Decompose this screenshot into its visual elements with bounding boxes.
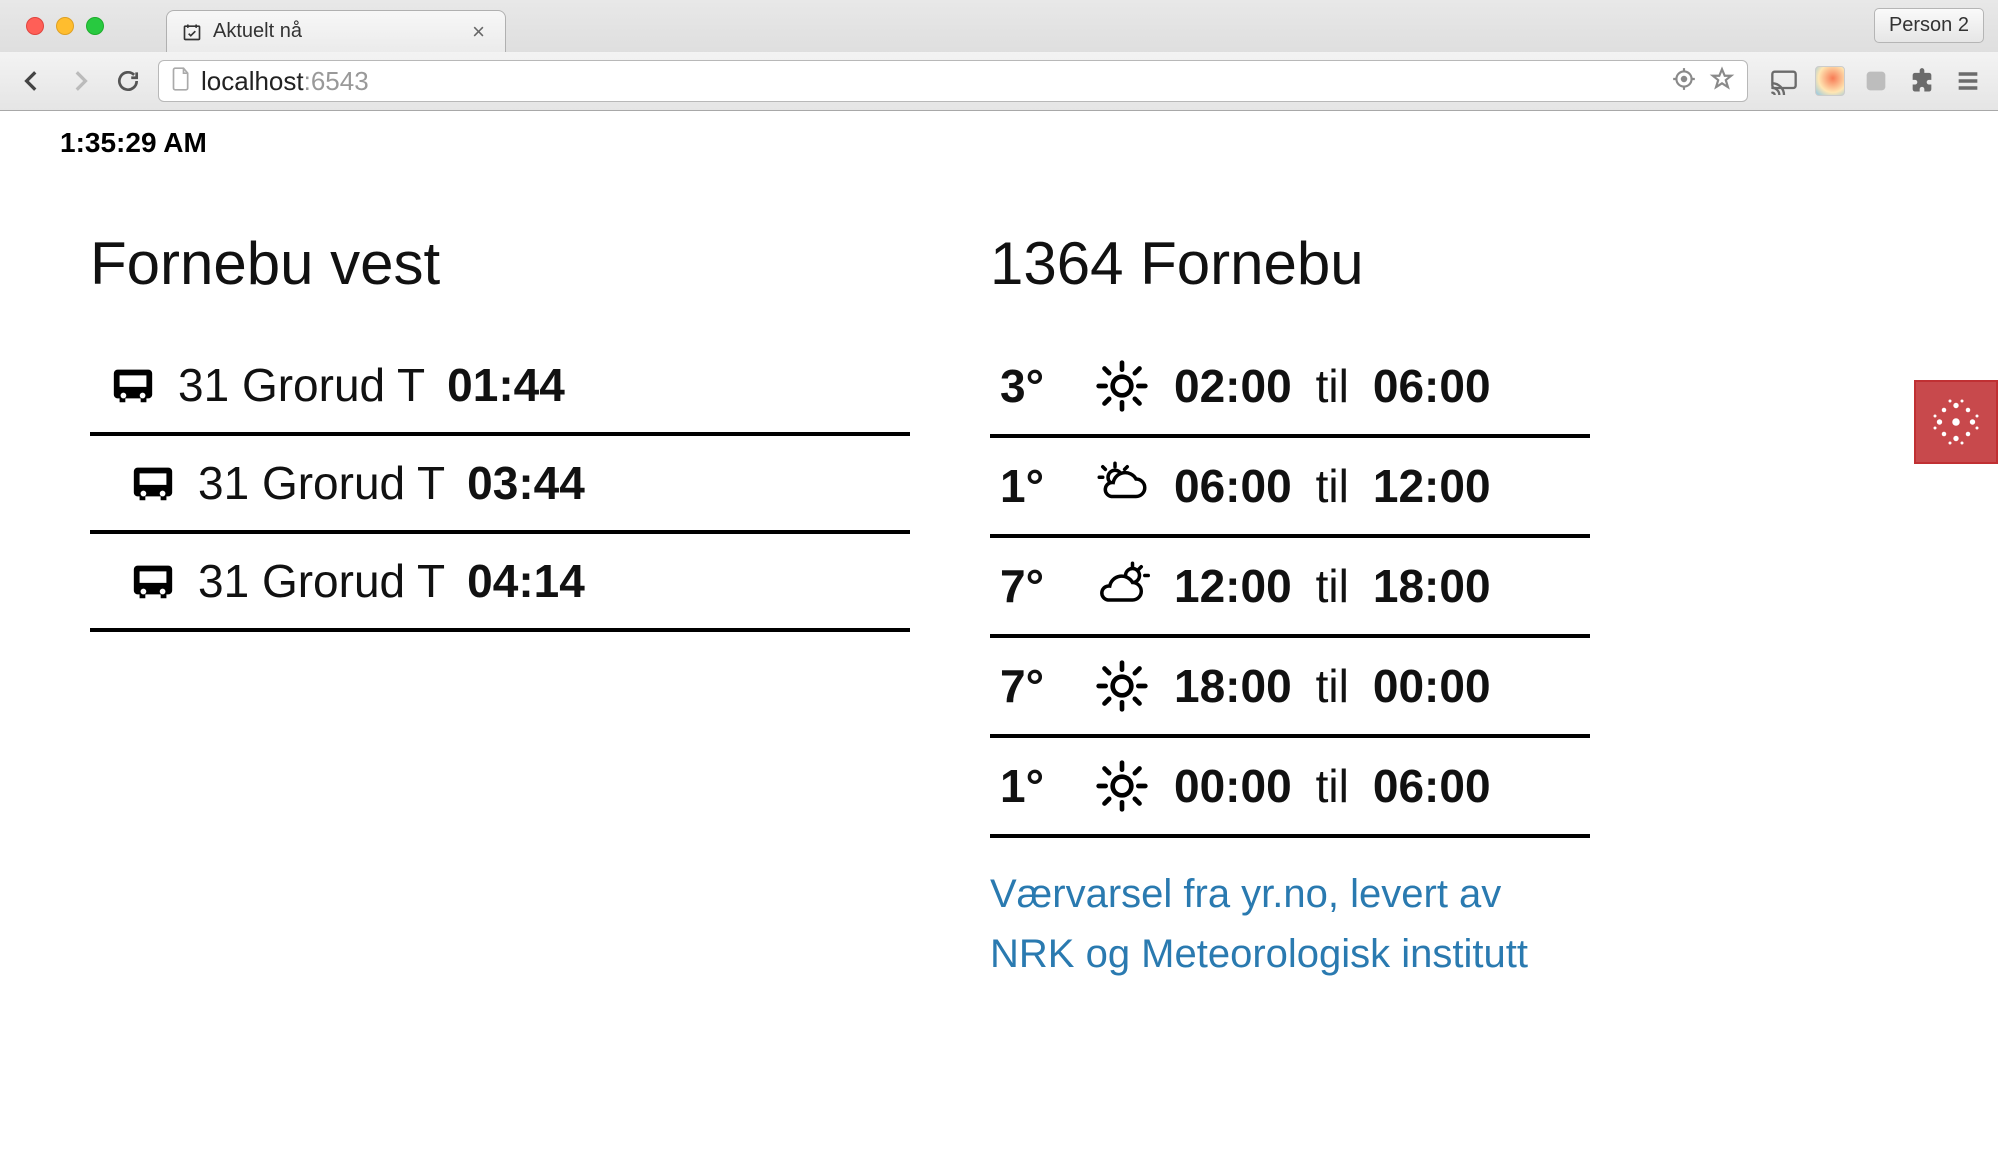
url-text: localhost:6543: [201, 66, 369, 97]
url-port: :6543: [304, 66, 369, 96]
forecast-from: 00:00: [1174, 759, 1292, 813]
forecast-temp: 1°: [1000, 459, 1070, 513]
forecast-til: til: [1316, 359, 1349, 413]
weather-title: 1364 Fornebu: [990, 229, 1590, 298]
partly-cloudy-icon: [1094, 558, 1150, 614]
browser-tab[interactable]: Aktuelt nå ×: [166, 10, 506, 52]
forecast-row: 7° 18:00 til 00:00: [990, 638, 1590, 738]
bus-icon: [130, 558, 176, 604]
transport-title: Fornebu vest: [90, 229, 910, 298]
bus-icon: [110, 362, 156, 408]
close-tab-button[interactable]: ×: [466, 19, 491, 45]
page-content: 1:35:29 AM Fornebu vest 31 Grorud T 01:4…: [0, 111, 1998, 1054]
sun-icon: [1094, 758, 1150, 814]
weather-credit-link[interactable]: Værvarsel fra yr.no, levert av NRK og Me…: [990, 864, 1550, 984]
maximize-window-button[interactable]: [86, 17, 104, 35]
menu-icon[interactable]: [1952, 65, 1984, 97]
page-icon: [171, 66, 191, 97]
forecast-from: 02:00: [1174, 359, 1292, 413]
forecast-to: 12:00: [1373, 459, 1491, 513]
partly-cloudy-icon: [1094, 458, 1150, 514]
forecast-til: til: [1316, 459, 1349, 513]
address-bar[interactable]: localhost:6543: [158, 60, 1748, 102]
extension-icon[interactable]: [1814, 65, 1846, 97]
departure-row: 31 Grorud T 01:44: [90, 338, 910, 436]
departure-row: 31 Grorud T 03:44: [90, 436, 910, 534]
puzzle-icon[interactable]: [1906, 65, 1938, 97]
forecast-row: 7° 12:00 til 18:00: [990, 538, 1590, 638]
forward-button[interactable]: [62, 63, 98, 99]
departure-route: 31 Grorud T: [198, 456, 445, 510]
forecast-temp: 3°: [1000, 359, 1070, 413]
forecast-from: 06:00: [1174, 459, 1292, 513]
sun-icon: [1094, 358, 1150, 414]
bookmark-star-icon[interactable]: [1709, 66, 1735, 97]
departure-row: 31 Grorud T 04:14: [90, 534, 910, 632]
weather-panel: 1364 Fornebu 3° 02:00 til 06:00 1°: [990, 229, 1590, 984]
cast-icon[interactable]: [1768, 65, 1800, 97]
forecast-til: til: [1316, 559, 1349, 613]
toolbar-extensions: [1760, 65, 1984, 97]
profile-badge[interactable]: Person 2: [1874, 8, 1984, 43]
forecast-to: 06:00: [1373, 759, 1491, 813]
extension-disabled-icon[interactable]: [1860, 65, 1892, 97]
reload-button[interactable]: [110, 63, 146, 99]
forecast-to: 18:00: [1373, 559, 1491, 613]
tab-strip: Aktuelt nå × Person 2: [0, 0, 1998, 52]
tab-title: Aktuelt nå: [213, 20, 456, 43]
clock: 1:35:29 AM: [30, 121, 1968, 189]
forecast-row: 1° 00:00 til 06:00: [990, 738, 1590, 838]
bus-icon: [130, 460, 176, 506]
debug-badge[interactable]: [1914, 380, 1998, 464]
forecast-to: 06:00: [1373, 359, 1491, 413]
forecast-row: 3° 02:00 til 06:00: [990, 338, 1590, 438]
forecast-from: 18:00: [1174, 659, 1292, 713]
forecast-row: 1° 06:00 til 12:00: [990, 438, 1590, 538]
forecast-temp: 7°: [1000, 659, 1070, 713]
close-window-button[interactable]: [26, 17, 44, 35]
departure-time: 01:44: [447, 358, 565, 412]
forecast-til: til: [1316, 659, 1349, 713]
url-host: localhost: [201, 66, 304, 96]
window-controls: [14, 0, 116, 52]
forecast-to: 00:00: [1373, 659, 1491, 713]
location-target-icon[interactable]: [1671, 66, 1697, 97]
browser-toolbar: localhost:6543: [0, 52, 1998, 110]
forecast-temp: 1°: [1000, 759, 1070, 813]
calendar-check-icon: [181, 21, 203, 43]
forecast-from: 12:00: [1174, 559, 1292, 613]
forecast-til: til: [1316, 759, 1349, 813]
back-button[interactable]: [14, 63, 50, 99]
browser-chrome: Aktuelt nå × Person 2 localhost:6543: [0, 0, 1998, 111]
departure-time: 04:14: [467, 554, 585, 608]
sun-icon: [1094, 658, 1150, 714]
forecast-temp: 7°: [1000, 559, 1070, 613]
departure-route: 31 Grorud T: [178, 358, 425, 412]
transport-panel: Fornebu vest 31 Grorud T 01:44 31 Grorud…: [90, 229, 910, 984]
departure-route: 31 Grorud T: [198, 554, 445, 608]
departure-time: 03:44: [467, 456, 585, 510]
minimize-window-button[interactable]: [56, 17, 74, 35]
